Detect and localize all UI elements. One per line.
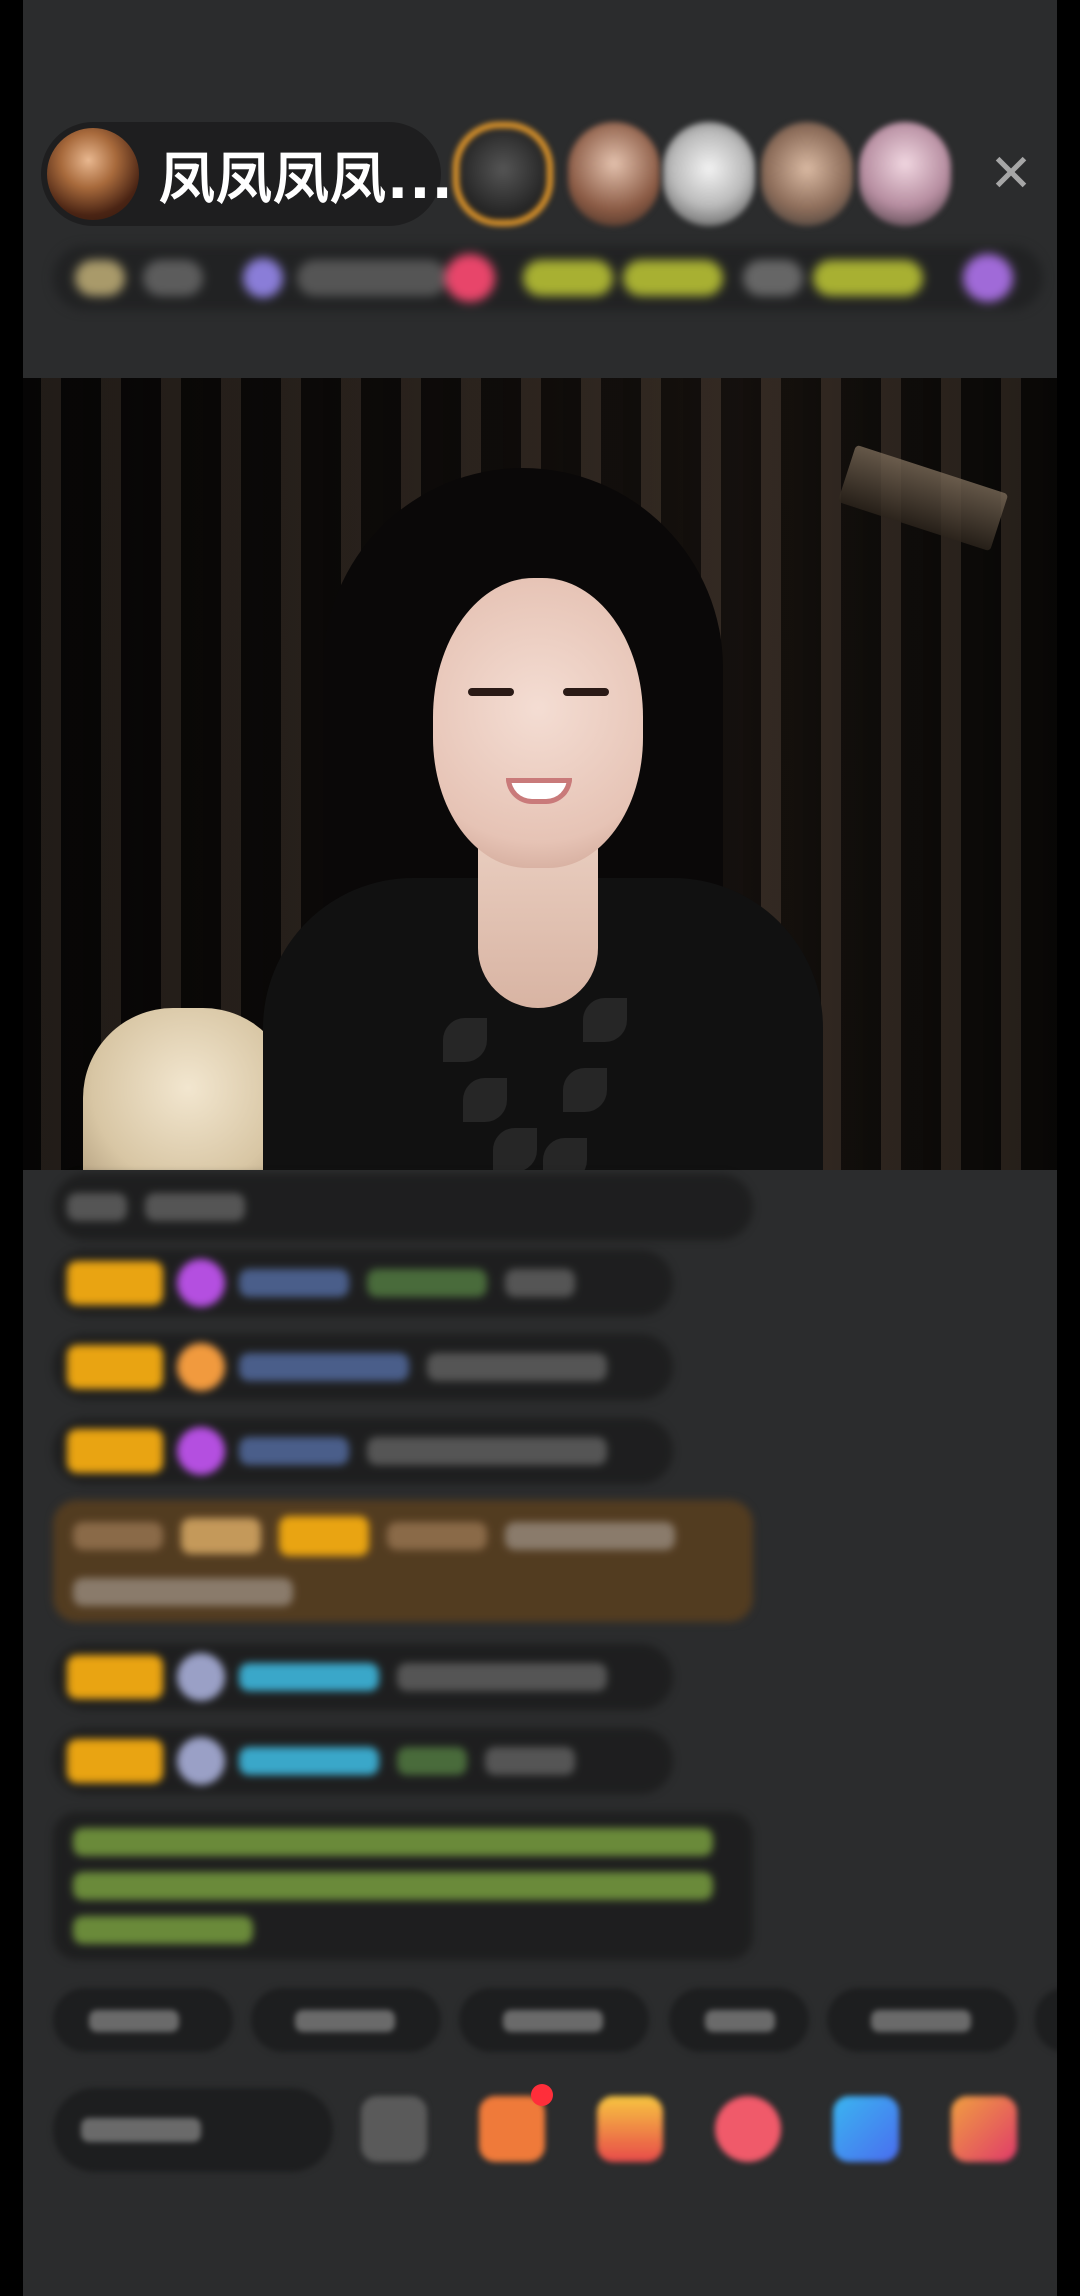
dress-ruffle <box>583 998 627 1042</box>
dress-ruffle <box>543 1138 587 1170</box>
notification-dot <box>531 2084 553 2106</box>
chat-message <box>53 1174 753 1240</box>
chat-message <box>53 1334 673 1400</box>
chat-message <box>53 1728 673 1794</box>
host-avatar[interactable] <box>47 128 139 220</box>
game-icon[interactable] <box>833 2096 899 2162</box>
viewer-avatar-3[interactable] <box>663 122 755 226</box>
dress-ruffle <box>563 1068 607 1112</box>
dress-ruffle <box>463 1078 507 1122</box>
level-badge <box>67 1345 163 1389</box>
streamer-eye-right <box>563 688 609 696</box>
quick-reply-chip[interactable] <box>251 1988 441 2052</box>
close-icon[interactable]: ✕ <box>983 146 1039 202</box>
room-info-bar[interactable] <box>53 246 1043 310</box>
dress-ruffle <box>443 1018 487 1062</box>
viewer-avatar-5[interactable] <box>859 122 951 226</box>
quick-reply-chip[interactable] <box>53 1988 233 2052</box>
user-icon <box>177 1737 225 1785</box>
quick-reply-chip[interactable] <box>459 1988 649 2052</box>
comment-input[interactable] <box>53 2088 333 2172</box>
viewer-avatar-2[interactable] <box>568 122 660 226</box>
level-badge <box>67 1261 163 1305</box>
host-name: 凤凤凤凤... <box>159 146 454 212</box>
viewer-avatar-1[interactable] <box>453 122 553 226</box>
background-pillow <box>83 1008 293 1170</box>
gem-icon <box>177 1427 225 1475</box>
host-info-pill[interactable]: 凤凤凤凤... <box>41 122 453 226</box>
chat-system-message <box>53 1812 753 1960</box>
gem-icon <box>177 1259 225 1307</box>
chat-message <box>53 1418 673 1484</box>
streamer-face <box>433 578 643 868</box>
chat-message-highlight <box>53 1500 753 1622</box>
viewer-avatar-4[interactable] <box>761 122 853 226</box>
shop-icon[interactable] <box>597 2096 663 2162</box>
live-video[interactable] <box>23 378 1057 1170</box>
level-badge <box>67 1739 163 1783</box>
live-room: 凤凤凤凤... ✕ <box>23 0 1057 2296</box>
more-icon[interactable] <box>361 2096 427 2162</box>
user-icon <box>177 1653 225 1701</box>
gift-icon[interactable] <box>951 2096 1017 2162</box>
quick-reply-chip[interactable] <box>669 1988 809 2052</box>
heart-icon[interactable] <box>715 2096 781 2162</box>
quick-reply-chip[interactable] <box>827 1988 1017 2052</box>
chat-message <box>53 1250 673 1316</box>
quick-reply-chip[interactable] <box>1035 1988 1057 2052</box>
streamer-eye-left <box>468 688 514 696</box>
level-badge <box>67 1429 163 1473</box>
dress-ruffle <box>493 1128 537 1170</box>
chicken-leg-icon <box>177 1343 225 1391</box>
chat-message <box>53 1644 673 1710</box>
level-badge <box>67 1655 163 1699</box>
gift-box-icon[interactable] <box>479 2096 545 2162</box>
